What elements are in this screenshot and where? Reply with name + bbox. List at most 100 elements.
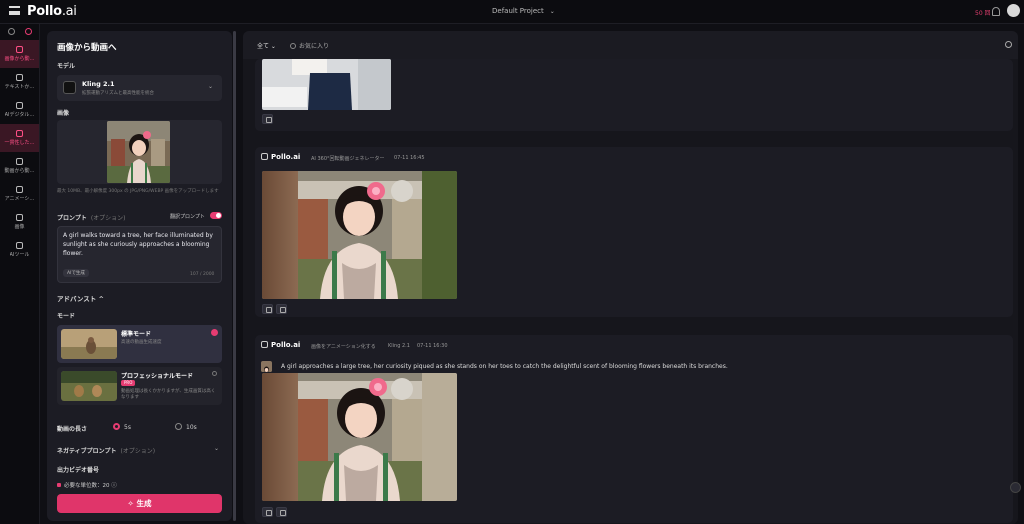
prompt-text[interactable]: A girl walks toward a tree, her face ill…	[63, 231, 213, 258]
panel-title: 画像から動画へ	[57, 43, 117, 53]
model-name: Kling 2.1	[82, 80, 115, 88]
edit-icon[interactable]	[262, 114, 273, 124]
mode-standard-title: 標準モード	[121, 331, 152, 338]
logo[interactable]: Pollo.ai	[27, 4, 77, 19]
sidebar-item-text-to-video[interactable]: テキストか…	[0, 68, 39, 96]
image-upload-area[interactable]	[57, 120, 222, 184]
translate-label: 翻訳プロンプト	[170, 214, 205, 220]
ai-generate-button[interactable]: AIで生成	[63, 269, 89, 277]
card-brand: Pollo.ai	[261, 153, 300, 161]
sidebar-item-animation[interactable]: アニメーシ…	[0, 180, 39, 208]
regenerate-icon[interactable]	[276, 507, 287, 517]
edit-icon[interactable]	[262, 304, 273, 314]
favorites-filter[interactable]: お気に入り	[290, 41, 329, 50]
settings-panel: 画像から動画へ モデル Kling 2.1 拡張運動アリズムと最高性能を統合 ⌄…	[47, 31, 232, 521]
avatar[interactable]	[1007, 4, 1020, 17]
prompt-label: プロンプト (オプション)	[57, 215, 126, 222]
char-counter: 107 / 2000	[190, 272, 215, 277]
advanced-toggle[interactable]: アドバンスト ^	[57, 293, 104, 303]
video-icon	[16, 46, 23, 53]
negative-prompt-toggle[interactable]: ネガティブプロンプト (オプション)	[57, 446, 155, 455]
favorite-checkbox[interactable]	[290, 43, 296, 49]
video-mode-icon[interactable]	[24, 28, 32, 35]
uploaded-image	[107, 121, 170, 183]
mode-professional[interactable]: プロフェッショナルモード PRO 動画処理は長くかかりますが、生成画質は高くなり…	[57, 367, 222, 405]
person-icon	[16, 102, 23, 109]
check-icon	[211, 329, 218, 336]
consistency-icon	[16, 130, 23, 137]
result-card: Pollo.ai 画像をアニメーション化する Kling 2.1 07-11 1…	[255, 335, 1013, 523]
prompt-input[interactable]: A girl walks toward a tree, her face ill…	[57, 226, 222, 283]
results-feed: 全て ⌄ お気に入り Pollo.ai AI 360°回転動画ジェネレーター 0…	[243, 31, 1018, 524]
mode-professional-thumbnail	[61, 371, 117, 401]
generate-button[interactable]: ✧ 生成	[57, 494, 222, 513]
model-description: 拡張運動アリズムと最高性能を統合	[82, 91, 154, 96]
credit-icon	[57, 483, 61, 487]
top-bar: Pollo.ai Default Project ⌄ 50 回	[0, 0, 1024, 24]
filter-bar: 全て ⌄ お気に入り	[243, 31, 1018, 59]
sidebar-item-ai-tools[interactable]: AIツール	[0, 236, 39, 264]
sidebar-item-video-to-video[interactable]: 動画から動…	[0, 152, 39, 180]
credits-badge[interactable]: 50 回	[975, 8, 991, 17]
mode-label: モード	[57, 313, 76, 320]
mode-professional-desc: 動画処理は長くかかりますが、生成画質は高くなります	[121, 389, 216, 400]
image-mode-icon[interactable]	[7, 28, 15, 35]
translate-toggle[interactable]	[210, 212, 222, 219]
notification-icon[interactable]	[992, 7, 1000, 16]
card-type: AI 360°回転動画ジェネレーター	[311, 156, 385, 162]
sidebar-item-consistent[interactable]: 一貫性した…	[0, 124, 39, 152]
duration-label: 動画の長さ	[57, 426, 88, 433]
sidebar-item-ai-digital[interactable]: AIデジタル…	[0, 96, 39, 124]
sidebar-item-image-to-video[interactable]: 画像から動…	[0, 40, 39, 68]
mode-standard[interactable]: 標準モード 高速の動画生成速度	[57, 325, 222, 363]
person-icon[interactable]	[1005, 41, 1012, 48]
filter-all-dropdown[interactable]: 全て ⌄	[257, 41, 276, 50]
mode-standard-desc: 高速の動画生成速度	[121, 340, 162, 345]
model-selector[interactable]: Kling 2.1 拡張運動アリズムと最高性能を統合 ⌄	[57, 75, 222, 101]
result-media[interactable]	[262, 59, 391, 110]
sidebar-item-image[interactable]: 画像	[0, 208, 39, 236]
chevron-down-icon: ⌄	[208, 83, 214, 90]
pollo-logo-icon	[261, 341, 268, 348]
scroll-to-bottom-button[interactable]	[1010, 482, 1021, 493]
duration-5s-label[interactable]: 5s	[124, 424, 131, 431]
result-card-previous	[255, 59, 1013, 131]
card-prompt: A girl approaches a large tree, her curi…	[281, 363, 728, 370]
lock-icon	[212, 371, 217, 376]
panel-scrollbar[interactable]	[233, 31, 236, 521]
pro-badge: PRO	[121, 380, 136, 386]
image-icon	[16, 214, 23, 221]
duration-10s-radio[interactable]	[175, 423, 182, 430]
pollo-logo-icon	[261, 153, 268, 160]
card-time: 07-11 16:45	[394, 155, 425, 161]
tools-icon	[16, 242, 23, 249]
chevron-down-icon: ⌄	[549, 8, 555, 15]
video-transform-icon	[16, 158, 23, 165]
card-type: 画像をアニメーション化する	[311, 344, 376, 350]
image-label: 画像	[57, 110, 70, 117]
result-video[interactable]	[262, 373, 457, 501]
duration-5s-radio[interactable]	[113, 423, 120, 430]
text-icon	[16, 74, 23, 81]
result-video[interactable]	[262, 171, 457, 299]
result-card: Pollo.ai AI 360°回転動画ジェネレーター 07-11 16:45	[255, 147, 1013, 317]
card-time: 07-11 16:30	[417, 343, 448, 349]
model-label: モデル	[57, 63, 76, 70]
image-help-text: 最大 10MB、最小解像度 300px の JPG/PNG/WEBP 画像をアッ…	[57, 189, 219, 194]
card-model: Kling 2.1	[388, 343, 410, 349]
edit-icon[interactable]	[262, 507, 273, 517]
card-brand: Pollo.ai	[261, 341, 300, 349]
chevron-down-icon: ⌄	[214, 445, 220, 452]
duration-10s-label[interactable]: 10s	[186, 424, 197, 431]
sidebar: 画像から動… テキストか… AIデジタル… 一貫性した… 動画から動… アニメー…	[0, 24, 40, 524]
menu-icon[interactable]	[9, 6, 20, 15]
animation-icon	[16, 186, 23, 193]
mode-standard-thumbnail	[61, 329, 117, 359]
project-selector[interactable]: Default Project ⌄	[492, 7, 555, 15]
regenerate-icon[interactable]	[276, 304, 287, 314]
credit-cost: 必要な単位数：20 ⓘ	[57, 481, 117, 489]
mode-professional-title: プロフェッショナルモード	[121, 373, 194, 380]
output-count-label: 出力ビデオ番号	[57, 467, 100, 474]
kling-logo-icon	[63, 81, 76, 94]
source-image-thumbnail[interactable]	[261, 361, 272, 372]
